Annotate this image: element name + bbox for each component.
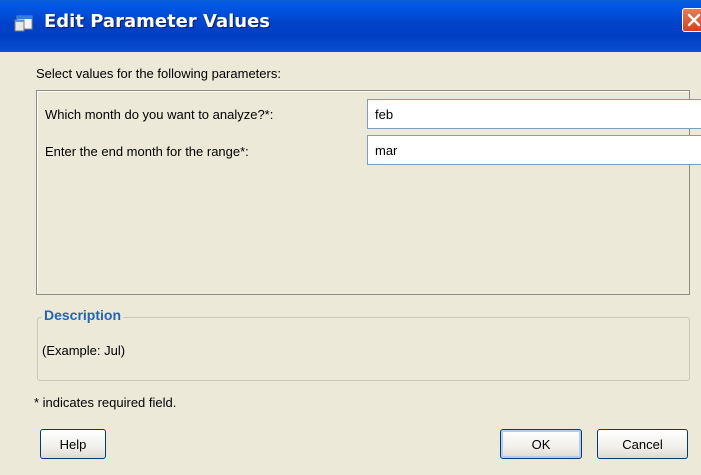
close-button[interactable]	[682, 8, 701, 32]
help-button[interactable]: Help	[40, 429, 106, 459]
title-bar[interactable]: Edit Parameter Values	[0, 0, 701, 52]
end-month-input[interactable]	[367, 135, 701, 165]
description-group: Description (Example: Jul)	[37, 307, 690, 381]
ok-button-label: OK	[531, 436, 551, 452]
close-icon	[687, 13, 701, 27]
ok-button[interactable]: OK	[500, 429, 582, 459]
parameters-panel: Which month do you want to analyze?*: En…	[36, 90, 701, 295]
instruction-text: Select values for the following paramete…	[36, 66, 281, 81]
cancel-button[interactable]: Cancel	[597, 429, 688, 459]
help-button-label: Help	[59, 436, 87, 452]
description-text: (Example: Jul)	[42, 343, 126, 358]
month-input[interactable]	[367, 99, 701, 129]
app-window-icon	[14, 12, 36, 34]
edit-parameter-values-dialog: Edit Parameter Values Select values for …	[0, 0, 701, 475]
required-field-note: * indicates required field.	[34, 395, 177, 410]
dialog-title: Edit Parameter Values	[44, 11, 271, 32]
parameter-row-end-month: Enter the end month for the range*:	[45, 141, 249, 161]
parameter-label-month: Which month do you want to analyze?*:	[45, 106, 274, 122]
cancel-button-label: Cancel	[622, 436, 663, 452]
parameter-row-month: Which month do you want to analyze?*:	[45, 104, 273, 124]
description-legend: Description	[42, 307, 124, 323]
parameter-label-end-month: Enter the end month for the range*:	[45, 143, 249, 159]
